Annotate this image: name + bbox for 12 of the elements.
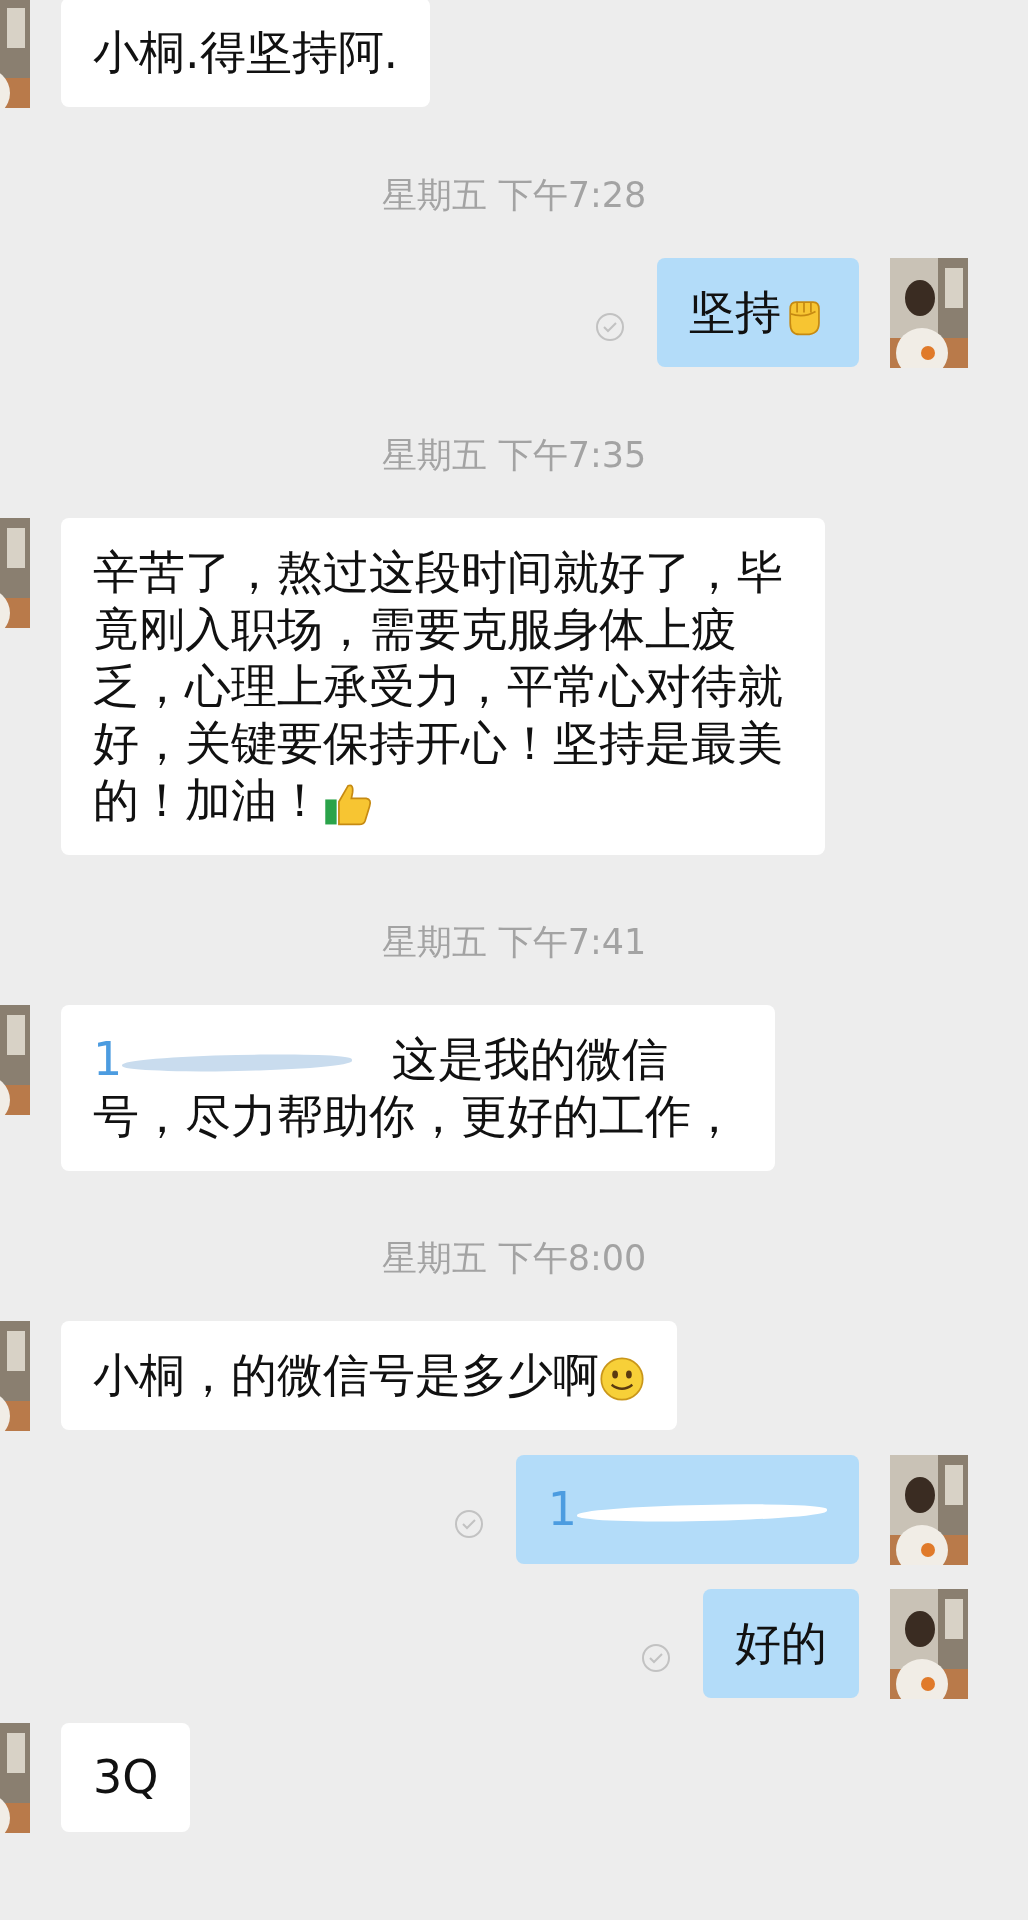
- timestamp: 星期五 下午8:00: [381, 1237, 647, 1279]
- message-text: 1: [547, 1481, 827, 1538]
- message-text: 3Q: [93, 1750, 159, 1804]
- message-text: 小桐，的微信号是多少啊: [93, 1348, 599, 1402]
- message-text: 辛苦了，熬过这段时间就好了，毕竟刚入职场，需要克服身体上疲乏，心理上承受力，平常心对待就好，关键要保持开心！坚持是最美的！加油！: [93, 545, 783, 827]
- message-text: 1 这是我的微信号，尽力帮助你，更好的工作，: [93, 1031, 738, 1145]
- message-text: 坚持: [689, 285, 781, 339]
- message-text: 好的: [735, 1616, 827, 1670]
- timestamp: 星期五 下午7:41: [381, 921, 647, 963]
- timestamp: 星期五 下午7:35: [381, 434, 647, 476]
- message-text: 小桐.得坚持阿.: [93, 25, 399, 79]
- timestamp: 星期五 下午7:28: [381, 174, 647, 216]
